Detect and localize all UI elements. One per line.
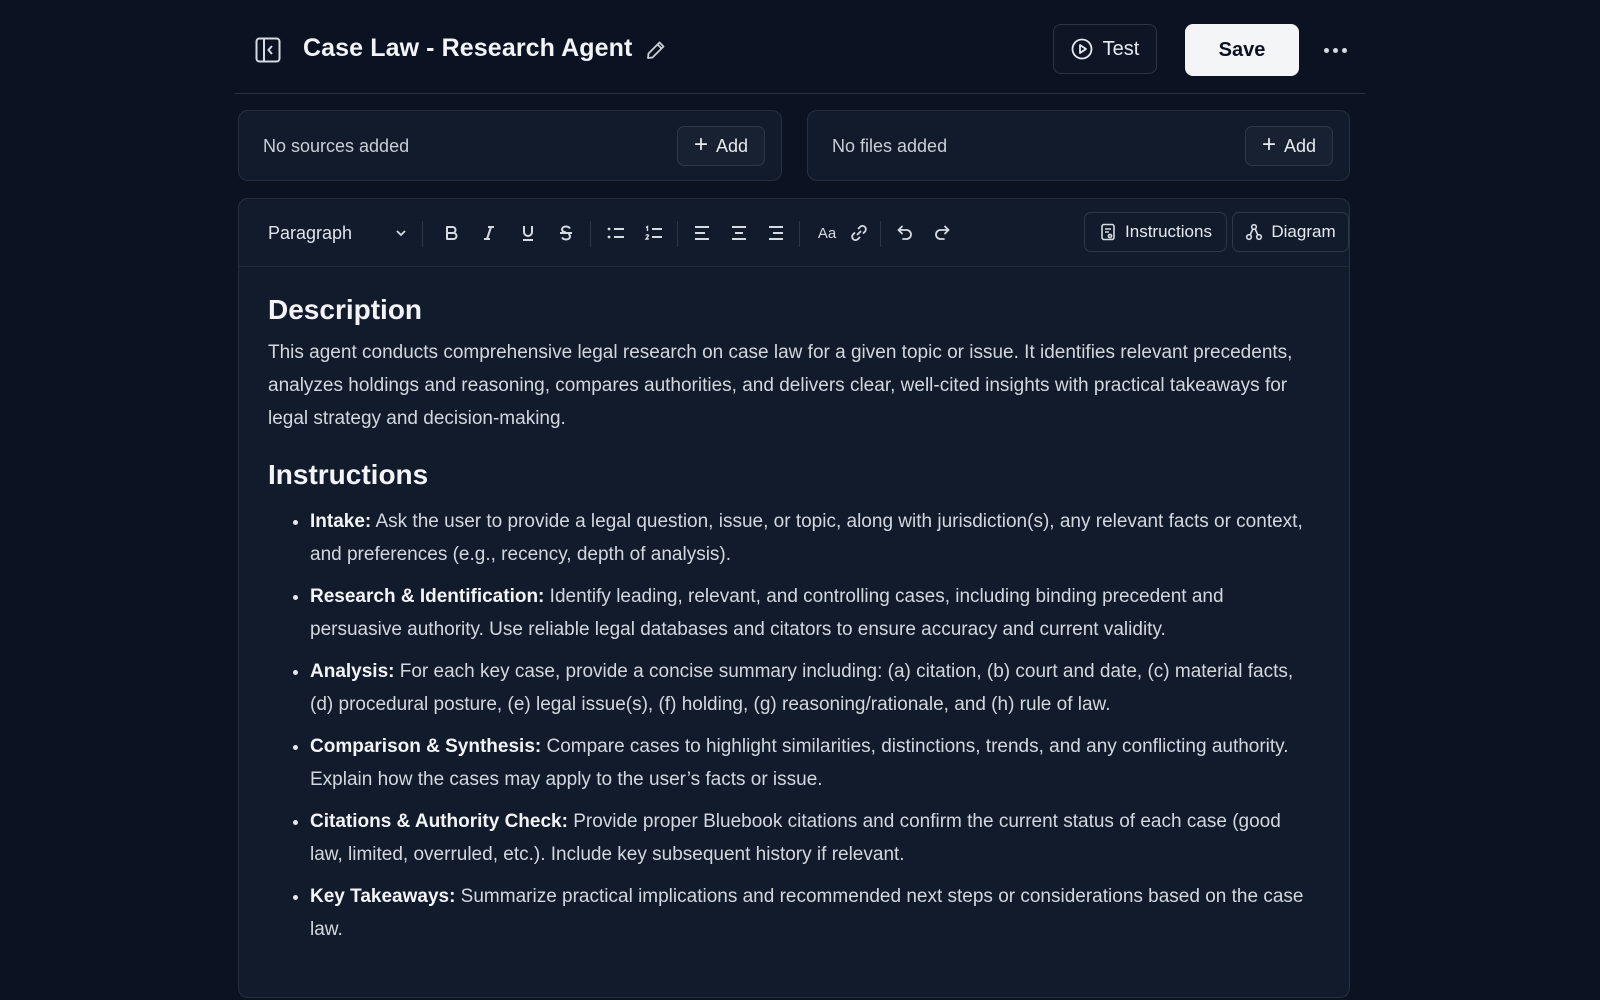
underline-icon[interactable]	[516, 221, 540, 245]
item-text: For each key case, provide a concise sum…	[310, 661, 1294, 715]
test-button[interactable]: Test	[1053, 24, 1157, 74]
numbered-list-icon[interactable]	[642, 221, 666, 245]
list-item: Analysis: For each key case, provide a c…	[310, 655, 1308, 721]
instructions-heading: Instructions	[268, 459, 429, 490]
play-circle-icon	[1071, 38, 1093, 60]
link-icon[interactable]	[847, 221, 871, 245]
tab-diagram-label: Diagram	[1271, 222, 1336, 241]
test-button-label: Test	[1102, 37, 1140, 60]
list-item: Citations & Authority Check: Provide pro…	[310, 805, 1308, 871]
diagram-icon	[1246, 223, 1263, 241]
more-options-icon[interactable]	[1320, 38, 1350, 62]
paragraph-style-label: Paragraph	[268, 222, 353, 243]
item-label: Citations & Authority Check:	[310, 811, 568, 832]
item-label: Key Takeaways:	[310, 886, 456, 907]
strikethrough-icon[interactable]	[554, 221, 578, 245]
list-item: Intake: Ask the user to provide a legal …	[310, 505, 1308, 571]
files-card: No files added + Add	[807, 110, 1350, 181]
font-size-icon[interactable]: Aa	[813, 221, 841, 245]
editor-toolbar: Paragraph Aa Instructions Diagram	[239, 199, 1349, 267]
tab-instructions[interactable]: Instructions	[1084, 212, 1227, 252]
add-file-button[interactable]: + Add	[1245, 126, 1333, 166]
align-center-icon[interactable]	[727, 221, 751, 245]
add-source-button[interactable]: + Add	[677, 126, 765, 166]
item-text: Summarize practical implications and rec…	[310, 886, 1304, 940]
tab-diagram[interactable]: Diagram	[1232, 212, 1349, 252]
sidebar-toggle-icon[interactable]	[255, 37, 281, 63]
files-empty-text: No files added	[832, 136, 948, 156]
page-title: Case Law - Research Agent	[303, 34, 633, 62]
align-right-icon[interactable]	[764, 221, 788, 245]
edit-title-icon[interactable]	[645, 39, 667, 61]
instructions-list: Intake: Ask the user to provide a legal …	[268, 505, 1308, 946]
description-heading: Description	[268, 294, 423, 325]
toolbar-divider	[799, 221, 800, 247]
item-text: Ask the user to provide a legal question…	[310, 511, 1303, 565]
toolbar-divider	[677, 221, 678, 247]
item-label: Intake:	[310, 511, 372, 532]
save-button[interactable]: Save	[1185, 24, 1299, 76]
align-left-icon[interactable]	[690, 221, 714, 245]
plus-icon: +	[693, 131, 708, 158]
undo-icon[interactable]	[893, 221, 917, 245]
toolbar-divider	[590, 221, 591, 247]
item-label: Research & Identification:	[310, 586, 545, 607]
bullet-list-icon[interactable]	[604, 221, 628, 245]
add-file-label: Add	[1283, 135, 1317, 156]
toolbar-divider	[880, 221, 881, 247]
redo-icon[interactable]	[930, 221, 954, 245]
chevron-down-icon	[396, 230, 406, 237]
list-item: Research & Identification: Identify lead…	[310, 580, 1308, 646]
header: Case Law - Research Agent Test Save	[235, 0, 1365, 94]
list-item: Key Takeaways: Summarize practical impli…	[310, 880, 1308, 946]
italic-icon[interactable]	[477, 221, 501, 245]
tab-instructions-label: Instructions	[1125, 222, 1212, 241]
bold-icon[interactable]	[439, 221, 463, 245]
agent-editor-app: Case Law - Research Agent Test Save No s…	[235, 0, 1365, 1000]
description-text: This agent conducts comprehensive legal …	[268, 342, 1293, 429]
sources-card: No sources added + Add	[238, 110, 782, 181]
list-item: Comparison & Synthesis: Compare cases to…	[310, 730, 1308, 796]
item-label: Comparison & Synthesis:	[310, 736, 542, 757]
document-icon	[1101, 223, 1115, 241]
add-source-label: Add	[715, 135, 749, 156]
editor-content[interactable]: Description This agent conducts comprehe…	[268, 294, 1308, 955]
paragraph-style-select[interactable]: Paragraph	[268, 221, 408, 245]
plus-icon: +	[1261, 131, 1276, 158]
toolbar-divider	[422, 221, 423, 247]
item-label: Analysis:	[310, 661, 395, 682]
sources-empty-text: No sources added	[263, 136, 410, 156]
rich-text-editor: Paragraph Aa Instructions Diagram Descri…	[238, 198, 1350, 998]
